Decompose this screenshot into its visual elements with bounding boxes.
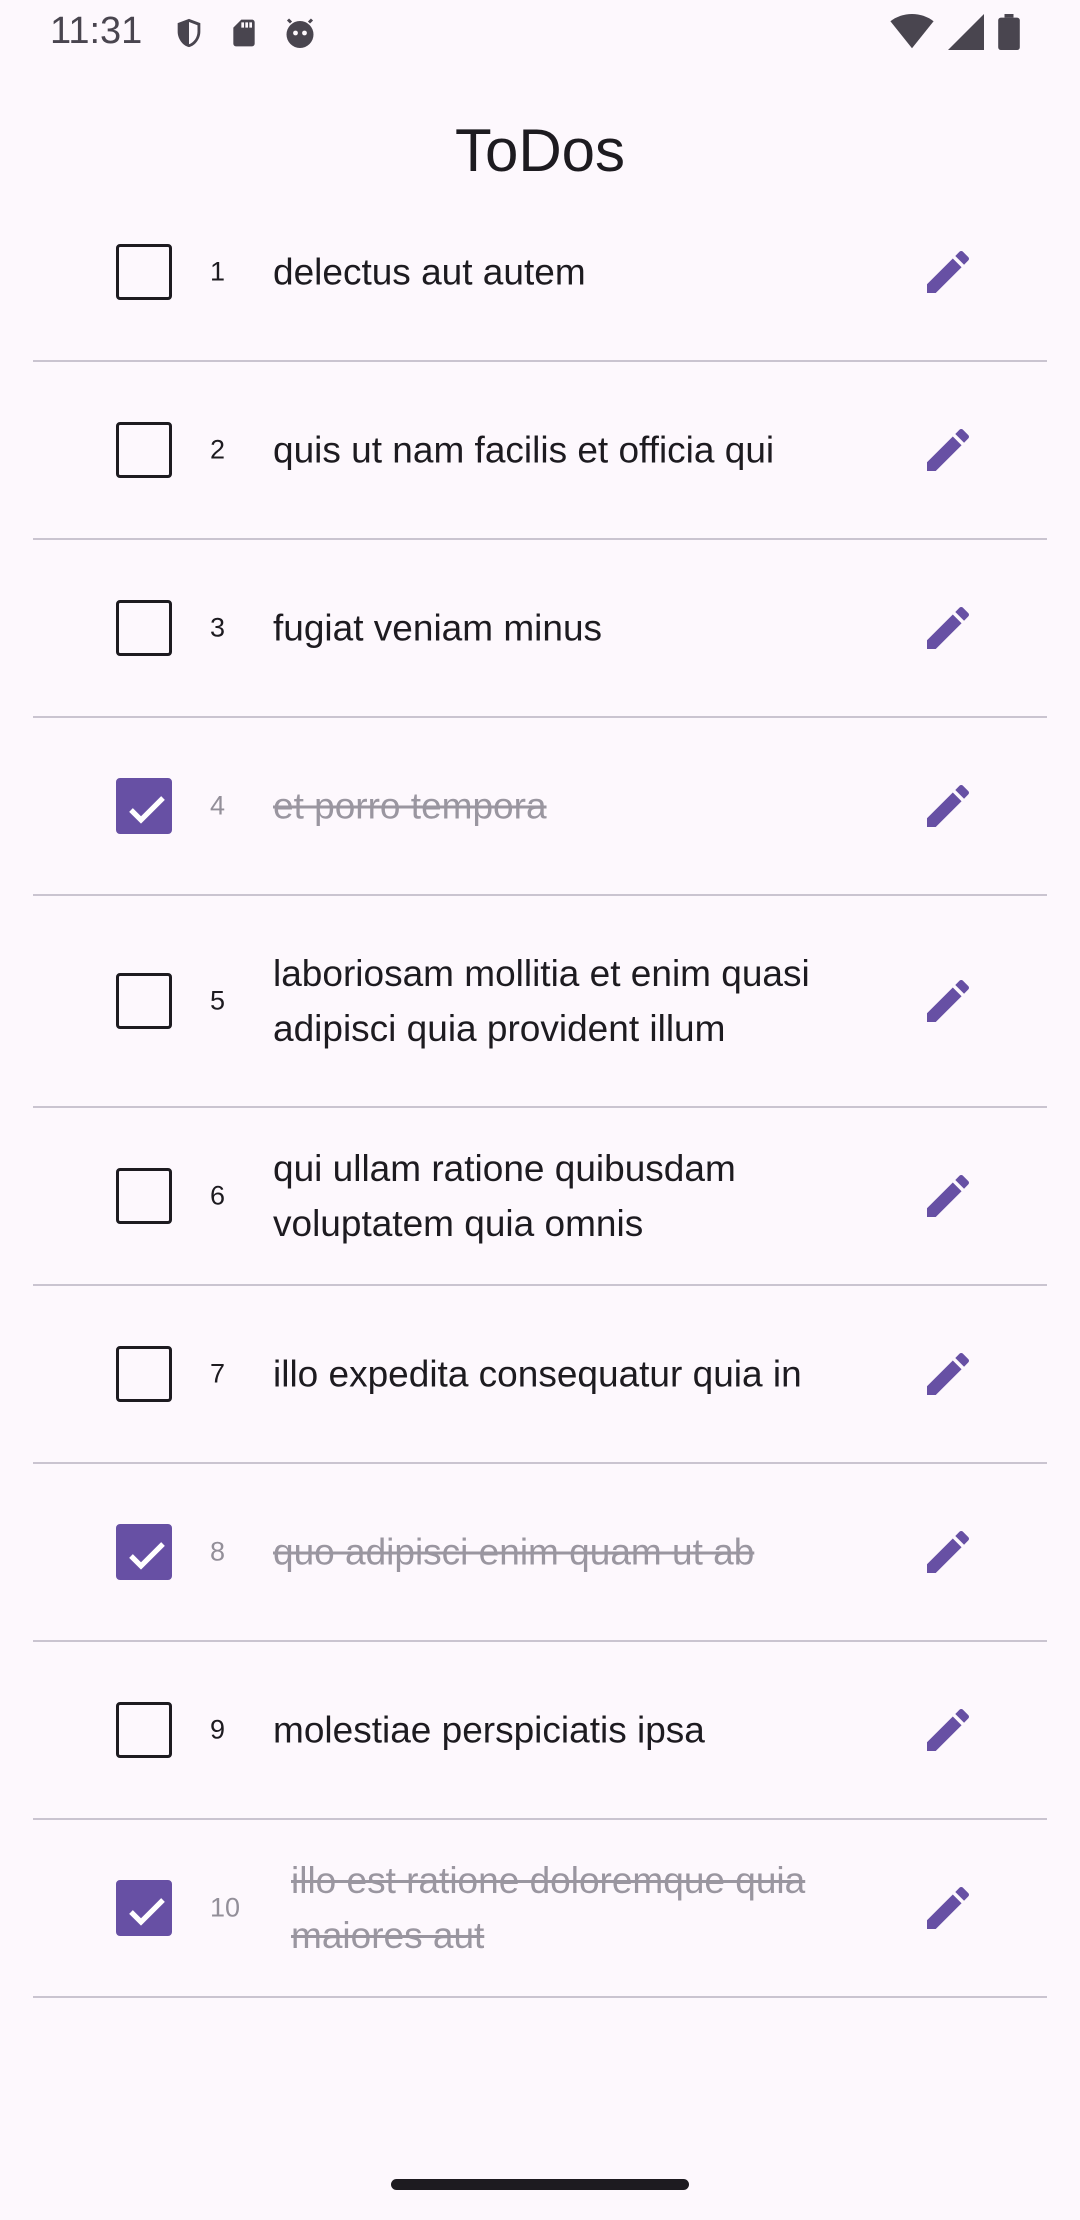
edit-button[interactable] xyxy=(920,778,976,834)
edit-button[interactable] xyxy=(920,1168,976,1224)
edit-button[interactable] xyxy=(920,244,976,300)
pencil-icon xyxy=(927,1708,970,1751)
todo-id: 3 xyxy=(210,612,226,643)
todo-row: 4 et porro tempora xyxy=(33,718,1047,896)
todo-row: 9 molestiae perspiciatis ipsa xyxy=(33,1642,1047,1820)
checkmark-icon xyxy=(129,796,165,824)
todo-row: 6 qui ullam ratione quibusdam voluptatem … xyxy=(33,1108,1047,1286)
pencil-icon xyxy=(927,428,970,471)
todo-list: 1 delectus aut autem 2 quis ut nam facilis … xyxy=(33,184,1047,1998)
pencil-icon xyxy=(927,1352,970,1395)
todo-checkbox[interactable] xyxy=(116,244,172,300)
todo-id: 5 xyxy=(210,985,226,1016)
todo-id: 9 xyxy=(210,1714,226,1745)
todo-title: laboriosam mollitia et enim quasi adipis… xyxy=(273,953,810,1049)
shield-icon xyxy=(177,18,201,48)
todo-row: 3 fugiat veniam minus xyxy=(33,540,1047,718)
android-icon xyxy=(286,18,314,48)
todo-id: 2 xyxy=(210,434,226,465)
edit-button[interactable] xyxy=(920,1702,976,1758)
battery-icon xyxy=(998,14,1020,50)
page-title: ToDos xyxy=(454,117,626,184)
status-icons-right xyxy=(890,14,1020,50)
sd-card-icon xyxy=(233,19,255,47)
todo-id: 10 xyxy=(210,1892,241,1923)
checkmark-icon xyxy=(129,1898,165,1926)
status-time: 11:31 xyxy=(50,10,143,52)
todo-title: fugiat veniam minus xyxy=(273,607,603,649)
todo-title: et porro tempora xyxy=(273,785,547,827)
home-indicator[interactable] xyxy=(391,2179,689,2190)
edit-button[interactable] xyxy=(920,973,976,1029)
cell-signal-icon xyxy=(948,14,984,50)
todo-checkbox[interactable] xyxy=(116,973,172,1029)
pencil-icon xyxy=(927,979,970,1022)
todo-title: illo est ratione doloremque quia maiores… xyxy=(291,1860,806,1956)
todo-row: 2 quis ut nam facilis et officia qui xyxy=(33,362,1047,540)
pencil-icon xyxy=(927,250,970,293)
todo-checkbox[interactable] xyxy=(116,1346,172,1402)
checkmark-icon xyxy=(129,1542,165,1570)
pencil-icon xyxy=(927,1530,970,1573)
todo-checkbox[interactable] xyxy=(116,422,172,478)
todo-id: 8 xyxy=(210,1536,226,1567)
pencil-icon xyxy=(927,784,970,827)
todo-title: qui ullam ratione quibusdam voluptatem q… xyxy=(273,1148,736,1244)
edit-button[interactable] xyxy=(920,1524,976,1580)
pencil-icon xyxy=(927,1886,970,1929)
todo-row: 5 laboriosam mollitia et enim quasi adipi… xyxy=(33,896,1047,1108)
edit-button[interactable] xyxy=(920,1346,976,1402)
status-icons-left xyxy=(172,14,318,52)
edit-button[interactable] xyxy=(920,1880,976,1936)
todo-checkbox[interactable] xyxy=(116,1524,172,1580)
todo-id: 4 xyxy=(210,790,226,821)
todo-checkbox[interactable] xyxy=(116,1168,172,1224)
todo-row: 10 illo est ratione doloremque quia maior… xyxy=(33,1820,1047,1998)
todo-title: quo adipisci enim quam ut ab xyxy=(273,1531,755,1573)
todo-row: 1 delectus aut autem xyxy=(33,184,1047,362)
todo-title: delectus aut autem xyxy=(273,251,586,293)
todo-id: 1 xyxy=(210,256,226,287)
todo-id: 7 xyxy=(210,1358,226,1389)
edit-button[interactable] xyxy=(920,422,976,478)
todo-checkbox[interactable] xyxy=(116,1702,172,1758)
todo-title: molestiae perspiciatis ipsa xyxy=(273,1709,705,1751)
todo-row: 7 illo expedita consequatur quia in xyxy=(33,1286,1047,1464)
edit-button[interactable] xyxy=(920,600,976,656)
todo-id: 6 xyxy=(210,1180,226,1211)
todo-title: quis ut nam facilis et officia qui xyxy=(273,429,775,471)
todo-checkbox[interactable] xyxy=(116,1880,172,1936)
pencil-icon xyxy=(927,1174,970,1217)
todo-checkbox[interactable] xyxy=(116,778,172,834)
todo-row: 8 quo adipisci enim quam ut ab xyxy=(33,1464,1047,1642)
status-bar: 11:31 xyxy=(0,0,1080,66)
todo-checkbox[interactable] xyxy=(116,600,172,656)
todo-title: illo expedita consequatur quia in xyxy=(273,1353,802,1395)
wifi-icon xyxy=(890,14,934,49)
pencil-icon xyxy=(927,606,970,649)
